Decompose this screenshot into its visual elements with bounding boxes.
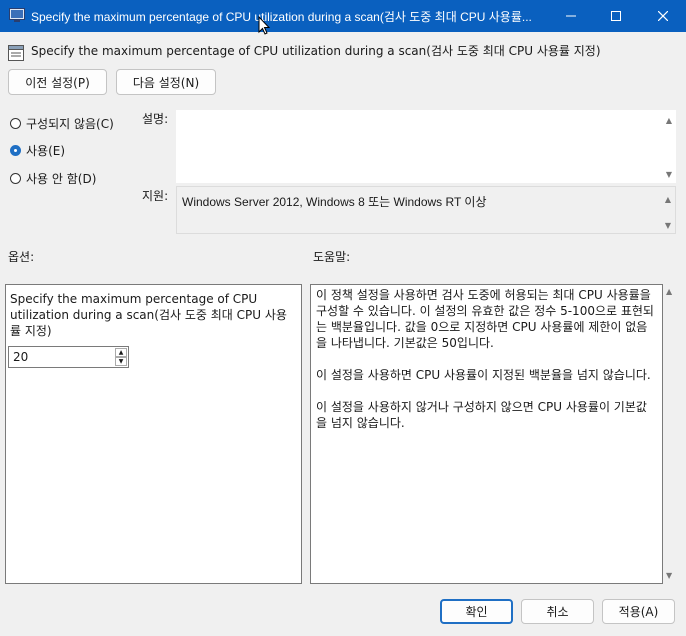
scroll-down-icon[interactable]: ▼	[666, 571, 672, 580]
title-bar[interactable]: Specify the maximum percentage of CPU ut…	[0, 0, 686, 32]
arrow-up-icon: ▲	[118, 349, 124, 356]
comment-textbox[interactable]: ▲ ▼	[176, 110, 676, 183]
radio-circle[interactable]	[10, 118, 21, 129]
scroll-down-icon[interactable]: ▼	[665, 221, 671, 230]
radio-label: 사용 안 함(D)	[26, 172, 97, 186]
scroll-up-icon[interactable]: ▲	[666, 287, 672, 296]
options-label: 옵션:	[8, 250, 35, 264]
scroll-up-icon[interactable]: ▲	[665, 195, 671, 204]
supported-label: 지원:	[142, 189, 169, 203]
setting-icon	[8, 45, 24, 61]
spin-down-button[interactable]: ▼	[115, 357, 127, 366]
help-label: 도움말:	[313, 250, 351, 264]
supported-text: Windows Server 2012, Windows 8 또는 Window…	[182, 195, 487, 209]
spin-up-button[interactable]: ▲	[115, 348, 127, 357]
cpu-percent-stepper[interactable]: 20 ▲ ▼	[8, 346, 129, 368]
cancel-button[interactable]: 취소	[521, 599, 594, 624]
radio-not-configured[interactable]: 구성되지 않음(C)	[10, 115, 114, 132]
cpu-percent-value[interactable]: 20	[13, 350, 28, 364]
help-panel: 이 정책 설정을 사용하면 검사 도중에 허용되는 최대 CPU 사용률을 구성…	[310, 284, 663, 584]
radio-label: 사용(E)	[26, 144, 66, 158]
prev-setting-button[interactable]: 이전 설정(P)	[8, 69, 107, 95]
arrow-down-icon: ▼	[118, 358, 124, 365]
ok-button[interactable]: 확인	[440, 599, 513, 624]
radio-label: 구성되지 않음(C)	[26, 117, 114, 131]
close-button[interactable]	[640, 0, 686, 32]
mouse-cursor-icon	[258, 16, 270, 35]
help-text: 이 정책 설정을 사용하면 검사 도중에 허용되는 최대 CPU 사용률을 구성…	[316, 288, 654, 430]
radio-circle[interactable]	[10, 145, 21, 156]
options-panel: Specify the maximum percentage of CPU ut…	[5, 284, 302, 584]
next-setting-button[interactable]: 다음 설정(N)	[116, 69, 216, 95]
radio-disabled[interactable]: 사용 안 함(D)	[10, 170, 96, 187]
setting-name: Specify the maximum percentage of CPU ut…	[31, 44, 601, 58]
maximize-icon	[611, 11, 621, 21]
maximize-button[interactable]	[593, 0, 639, 32]
option-description: Specify the maximum percentage of CPU ut…	[10, 292, 287, 338]
scroll-up-icon[interactable]: ▲	[666, 116, 672, 125]
supported-box: Windows Server 2012, Windows 8 또는 Window…	[176, 186, 676, 234]
close-icon	[658, 11, 668, 21]
comment-label: 설명:	[142, 112, 169, 126]
minimize-button[interactable]	[548, 0, 594, 32]
window-title: Specify the maximum percentage of CPU ut…	[31, 10, 532, 24]
minimize-icon	[566, 15, 576, 17]
policy-editor-icon	[9, 8, 25, 22]
radio-enabled[interactable]: 사용(E)	[10, 142, 65, 159]
apply-button[interactable]: 적용(A)	[602, 599, 675, 624]
radio-circle[interactable]	[10, 173, 21, 184]
scroll-down-icon[interactable]: ▼	[666, 170, 672, 179]
